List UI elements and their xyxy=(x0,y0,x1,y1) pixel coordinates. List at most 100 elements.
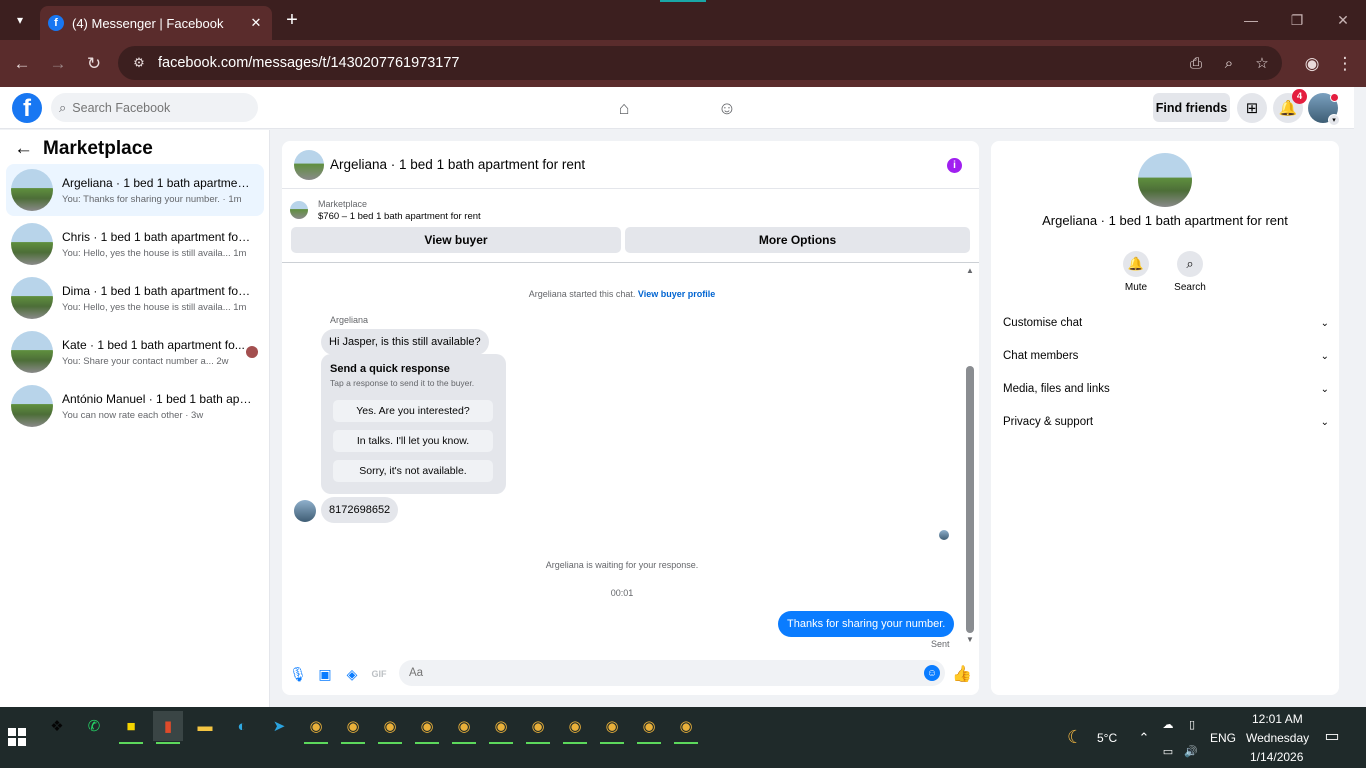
scroll-down-arrow-icon[interactable]: ▼ xyxy=(966,635,974,644)
volume-icon[interactable]: 🔊 xyxy=(1183,743,1199,759)
bookmark-star-icon[interactable]: ☆ xyxy=(1250,51,1274,75)
network-icon[interactable]: ▭ xyxy=(1160,743,1176,759)
notification-center-icon[interactable]: ▭ xyxy=(1324,728,1340,745)
device-icon[interactable]: ▯ xyxy=(1184,716,1200,732)
url-text[interactable]: facebook.com/messages/t/1430207761973177 xyxy=(158,55,460,71)
chat-details-panel: Argeliana · 1 bed 1 bath apartment for r… xyxy=(991,141,1339,695)
cloud-icon[interactable]: ☁ xyxy=(1160,716,1176,732)
info-icon[interactable]: i xyxy=(947,158,962,173)
back-icon[interactable]: ← xyxy=(10,52,34,76)
conversation-item[interactable]: Kate · 1 bed 1 bath apartment fo... You:… xyxy=(6,326,264,378)
conversation-avatar xyxy=(11,331,53,373)
chrome-icon[interactable]: ◉ xyxy=(301,711,331,744)
weather-temp[interactable]: 5°C xyxy=(1097,731,1117,745)
conversation-item[interactable]: Chris · 1 bed 1 bath apartment for ... Y… xyxy=(6,218,264,270)
app-icon[interactable]: ▮ xyxy=(153,711,183,744)
window-close-icon[interactable]: ✕ xyxy=(1333,10,1353,30)
more-options-button[interactable]: More Options xyxy=(625,227,970,253)
chat-avatar[interactable] xyxy=(294,149,324,180)
gif-icon[interactable]: GIF xyxy=(370,665,388,683)
new-tab-icon[interactable]: + xyxy=(282,9,302,31)
quick-response-option[interactable]: Sorry, it's not available. xyxy=(333,460,493,482)
view-buyer-button[interactable]: View buyer xyxy=(291,227,621,253)
clock-day[interactable]: Wednesday xyxy=(1246,731,1309,745)
file-explorer-icon[interactable]: ▬ xyxy=(190,711,220,741)
chat-title[interactable]: Argeliana · 1 bed 1 bath apartment for r… xyxy=(330,157,585,172)
photo-icon[interactable]: ▣ xyxy=(316,665,334,683)
search-in-chat-button[interactable]: ⌕ Search xyxy=(1165,251,1215,293)
site-info-icon[interactable]: ⚙ xyxy=(126,50,152,76)
address-bar[interactable]: ⚙ facebook.com/messages/t/14302077619731… xyxy=(118,46,1282,80)
clock-time[interactable]: 12:01 AM xyxy=(1252,712,1303,726)
microphone-icon[interactable]: 🎙 xyxy=(289,665,307,683)
account-chevron-icon[interactable]: ▾ xyxy=(1328,114,1340,126)
browser-menu-icon[interactable]: ⋮ xyxy=(1333,52,1357,76)
windows-start-icon[interactable] xyxy=(8,728,26,746)
install-app-icon[interactable]: ⎙ xyxy=(1184,51,1208,75)
zoom-icon[interactable]: ⌕ xyxy=(1217,51,1241,75)
quick-response-title: Send a quick response xyxy=(330,363,450,375)
customise-chat-row[interactable]: Customise chat ⌄ xyxy=(1003,313,1329,333)
language-indicator[interactable]: ENG xyxy=(1210,731,1236,745)
mute-button[interactable]: 🔔 Mute xyxy=(1111,251,1161,293)
chevron-up-icon[interactable]: ⌃ xyxy=(1136,730,1152,746)
chevron-down-icon: ⌄ xyxy=(1320,416,1329,428)
sticky-notes-icon[interactable]: ■ xyxy=(116,711,146,744)
clock-date[interactable]: 1/14/2026 xyxy=(1250,750,1303,764)
bell-icon: 🔔 xyxy=(1123,251,1149,277)
facebook-search[interactable]: ⌕ xyxy=(51,93,258,122)
listing-category: Marketplace xyxy=(318,199,368,209)
view-buyer-profile-link[interactable]: View buyer profile xyxy=(638,289,715,299)
friends-icon[interactable]: ☺ xyxy=(716,97,738,119)
menu-grid-icon[interactable]: ⊞ xyxy=(1237,93,1267,123)
reload-icon[interactable]: ↻ xyxy=(82,52,106,76)
chrome-icon[interactable]: ◉ xyxy=(486,711,516,744)
listing-summary[interactable]: Marketplace $760 – 1 bed 1 bath apartmen… xyxy=(290,199,481,222)
home-icon[interactable]: ⌂ xyxy=(613,97,635,119)
chat-members-row[interactable]: Chat members ⌄ xyxy=(1003,346,1329,366)
chrome-icon[interactable]: ◉ xyxy=(338,711,368,744)
accent-strip xyxy=(660,0,706,2)
message-input[interactable] xyxy=(399,660,945,686)
emoji-icon[interactable]: ☺ xyxy=(924,665,940,681)
chrome-icon[interactable]: ◉ xyxy=(597,711,627,744)
restore-icon[interactable]: ❐ xyxy=(1287,10,1307,30)
conversation-item[interactable]: Argeliana · 1 bed 1 bath apartment... Yo… xyxy=(6,164,264,216)
tab-search-chevron-icon[interactable]: ▾ xyxy=(8,8,32,32)
conversation-item[interactable]: António Manuel · 1 bed 1 bath apa... You… xyxy=(6,380,264,432)
quick-response-option[interactable]: Yes. Are you interested? xyxy=(333,400,493,422)
copilot-icon[interactable]: ❖ xyxy=(42,711,72,741)
chrome-icon[interactable]: ◉ xyxy=(523,711,553,744)
telegram-icon[interactable]: ➤ xyxy=(264,711,294,741)
tab-close-icon[interactable]: ✕ xyxy=(248,15,264,31)
quick-response-option[interactable]: In talks. I'll let you know. xyxy=(333,430,493,452)
facebook-logo-icon[interactable]: f xyxy=(12,93,42,123)
forward-icon[interactable]: → xyxy=(46,52,70,76)
chrome-icon[interactable]: ◉ xyxy=(634,711,664,744)
chrome-icon[interactable]: ◉ xyxy=(412,711,442,744)
scroll-up-arrow-icon[interactable]: ▲ xyxy=(966,266,974,275)
conversation-item[interactable]: Dima · 1 bed 1 bath apartment for ... Yo… xyxy=(6,272,264,324)
chat-scrollbar[interactable] xyxy=(966,366,974,633)
search-input[interactable] xyxy=(72,100,243,115)
thumbs-up-icon[interactable]: 👍 xyxy=(952,665,972,683)
edge-icon[interactable]: ◐ xyxy=(227,711,257,741)
chrome-icon[interactable]: ◉ xyxy=(449,711,479,744)
quick-response-card: Send a quick response Tap a response to … xyxy=(321,354,506,494)
privacy-support-row[interactable]: Privacy & support ⌄ xyxy=(1003,412,1329,432)
page-scrollbar[interactable] xyxy=(1354,87,1366,707)
chrome-icon[interactable]: ◉ xyxy=(375,711,405,744)
profile-icon[interactable]: ◉ xyxy=(1300,52,1324,76)
sent-status: Sent xyxy=(931,639,950,649)
weather-moon-icon[interactable]: ☾ xyxy=(1067,727,1083,747)
chrome-icon[interactable]: ◉ xyxy=(560,711,590,744)
sticker-icon[interactable]: ◈ xyxy=(343,665,361,683)
chrome-icon[interactable]: ◉ xyxy=(671,711,701,744)
back-arrow-icon[interactable]: ← xyxy=(14,138,33,160)
whatsapp-icon[interactable]: ✆ xyxy=(79,711,109,741)
media-files-links-row[interactable]: Media, files and links ⌄ xyxy=(1003,379,1329,399)
browser-tab-active[interactable]: f (4) Messenger | Facebook ✕ xyxy=(40,6,272,40)
minimize-icon[interactable]: — xyxy=(1241,10,1261,30)
find-friends-button[interactable]: Find friends xyxy=(1153,93,1230,122)
details-avatar[interactable] xyxy=(1138,153,1192,207)
